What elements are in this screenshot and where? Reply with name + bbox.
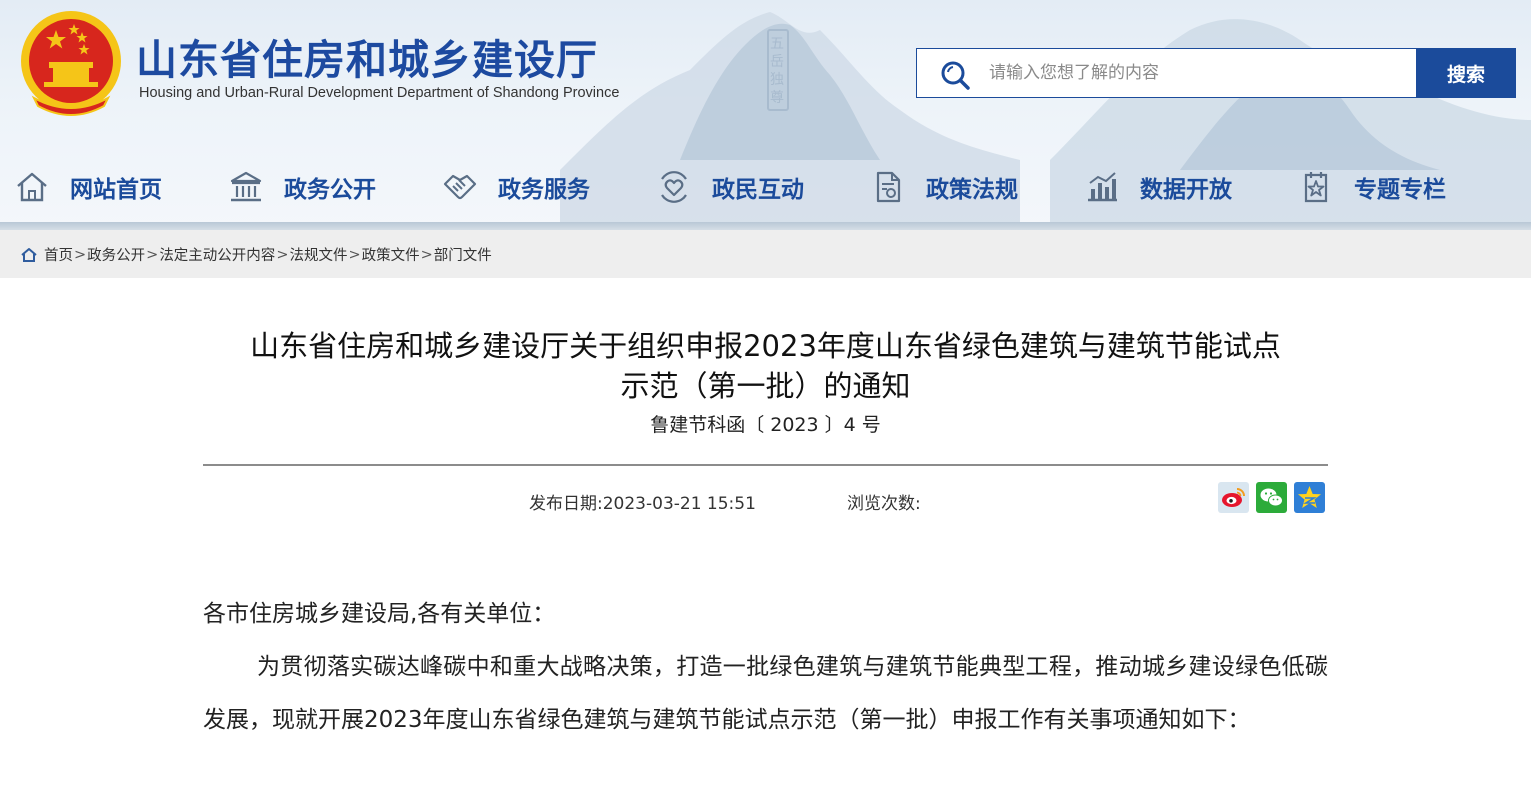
breadcrumb-link-policy-docs[interactable]: 政策文件 bbox=[362, 244, 420, 265]
site-title: 山东省住房和城乡建设厅 bbox=[136, 36, 598, 84]
nav-label: 政民互动 bbox=[712, 177, 804, 203]
nav-item-gov-services[interactable]: 政务服务 bbox=[442, 160, 590, 214]
main-nav: 网站首页 政务公开 政务服务 政民互动 政策法规 数据开放 专题专栏 bbox=[0, 160, 1531, 214]
article-paragraph: 为贯彻落实碳达峰碳中和重大战略决策，打造一批绿色建筑与建筑节能典型工程，推动城乡… bbox=[203, 654, 1328, 733]
breadcrumb-bar: 首页 > 政务公开 > 法定主动公开内容 > 法规文件 > 政策文件 > 部门文… bbox=[0, 230, 1531, 278]
handshake-icon bbox=[443, 174, 477, 200]
breadcrumb: 首页 > 政务公开 > 法定主动公开内容 > 法规文件 > 政策文件 > 部门文… bbox=[20, 244, 492, 265]
search-input[interactable] bbox=[989, 57, 1399, 89]
nav-label: 政策法规 bbox=[926, 177, 1018, 203]
share-weibo-button[interactable] bbox=[1218, 482, 1249, 513]
view-count: 浏览次数: bbox=[847, 494, 921, 514]
national-emblem-icon bbox=[21, 11, 121, 116]
share-qzone-button[interactable] bbox=[1294, 482, 1325, 513]
search-icon bbox=[941, 61, 970, 90]
nav-item-home[interactable]: 网站首页 bbox=[14, 160, 162, 214]
breadcrumb-separator: > bbox=[276, 246, 289, 263]
breadcrumb-separator: > bbox=[420, 246, 433, 263]
breadcrumb-separator: > bbox=[348, 246, 361, 263]
wechat-icon bbox=[1260, 488, 1283, 507]
article-salutation: 各市住房城乡建设局,各有关单位： bbox=[203, 601, 556, 627]
search-box bbox=[916, 48, 1416, 98]
svg-text:岳: 岳 bbox=[770, 54, 784, 70]
document-icon bbox=[876, 171, 901, 203]
document-number: 鲁建节科函〔 2023 〕4 号 bbox=[650, 414, 881, 436]
breadcrumb-separator: > bbox=[74, 246, 87, 263]
article-title-line: 山东省住房和城乡建设厅关于组织申报2023年度山东省绿色建筑与建筑节能试点 bbox=[250, 329, 1281, 363]
home-icon bbox=[17, 172, 47, 202]
nav-item-interaction[interactable]: 政民互动 bbox=[656, 160, 804, 214]
site-header: 五 岳 独 尊 山东省住房和城乡建设厅 Housing and Urban-Ru… bbox=[0, 0, 1531, 230]
svg-text:尊: 尊 bbox=[770, 89, 784, 106]
bar-chart-icon bbox=[1088, 172, 1117, 202]
government-building-icon bbox=[230, 171, 262, 202]
breadcrumb-link-gov-affairs[interactable]: 政务公开 bbox=[87, 244, 145, 265]
breadcrumb-link-dept-docs[interactable]: 部门文件 bbox=[434, 244, 492, 265]
star-document-icon bbox=[1304, 172, 1328, 203]
nav-label: 数据开放 bbox=[1140, 177, 1232, 203]
publish-date: 发布日期:2023-03-21 15:51 bbox=[529, 494, 756, 514]
breadcrumb-separator: > bbox=[146, 246, 159, 263]
share-wechat-button[interactable] bbox=[1256, 482, 1287, 513]
title-divider bbox=[203, 464, 1328, 466]
article-title-line: 示范（第一批）的通知 bbox=[620, 369, 911, 403]
nav-label: 专题专栏 bbox=[1354, 177, 1446, 203]
nav-label: 政务公开 bbox=[284, 177, 376, 203]
svg-text:五: 五 bbox=[770, 36, 784, 52]
svg-text:独: 独 bbox=[770, 72, 784, 88]
nav-label: 政务服务 bbox=[498, 177, 590, 203]
nav-item-special-topics[interactable]: 专题专栏 bbox=[1298, 160, 1446, 214]
heart-chat-icon bbox=[661, 171, 687, 203]
nav-item-open-data[interactable]: 数据开放 bbox=[1084, 160, 1232, 214]
breadcrumb-link-statutory[interactable]: 法定主动公开内容 bbox=[159, 244, 275, 265]
nav-item-gov-affairs[interactable]: 政务公开 bbox=[228, 160, 376, 214]
search-button[interactable]: 搜索 bbox=[1416, 48, 1516, 98]
nav-item-policy[interactable]: 政策法规 bbox=[870, 160, 1018, 214]
breadcrumb-link-regulations[interactable]: 法规文件 bbox=[289, 244, 347, 265]
article-body: 各市住房城乡建设局,各有关单位： 为贯彻落实碳达峰碳中和重大战略决策，打造一批绿… bbox=[203, 588, 1328, 747]
site-subtitle: Housing and Urban-Rural Development Depa… bbox=[139, 85, 620, 101]
weibo-icon bbox=[1222, 488, 1245, 507]
nav-label: 网站首页 bbox=[70, 177, 162, 203]
article-title: 山东省住房和城乡建设厅关于组织申报2023年度山东省绿色建筑与建筑节能试点 示范… bbox=[203, 326, 1328, 406]
home-icon bbox=[21, 247, 37, 262]
header-divider bbox=[0, 222, 1531, 230]
qzone-icon bbox=[1298, 486, 1321, 508]
breadcrumb-link-home[interactable]: 首页 bbox=[44, 244, 73, 265]
